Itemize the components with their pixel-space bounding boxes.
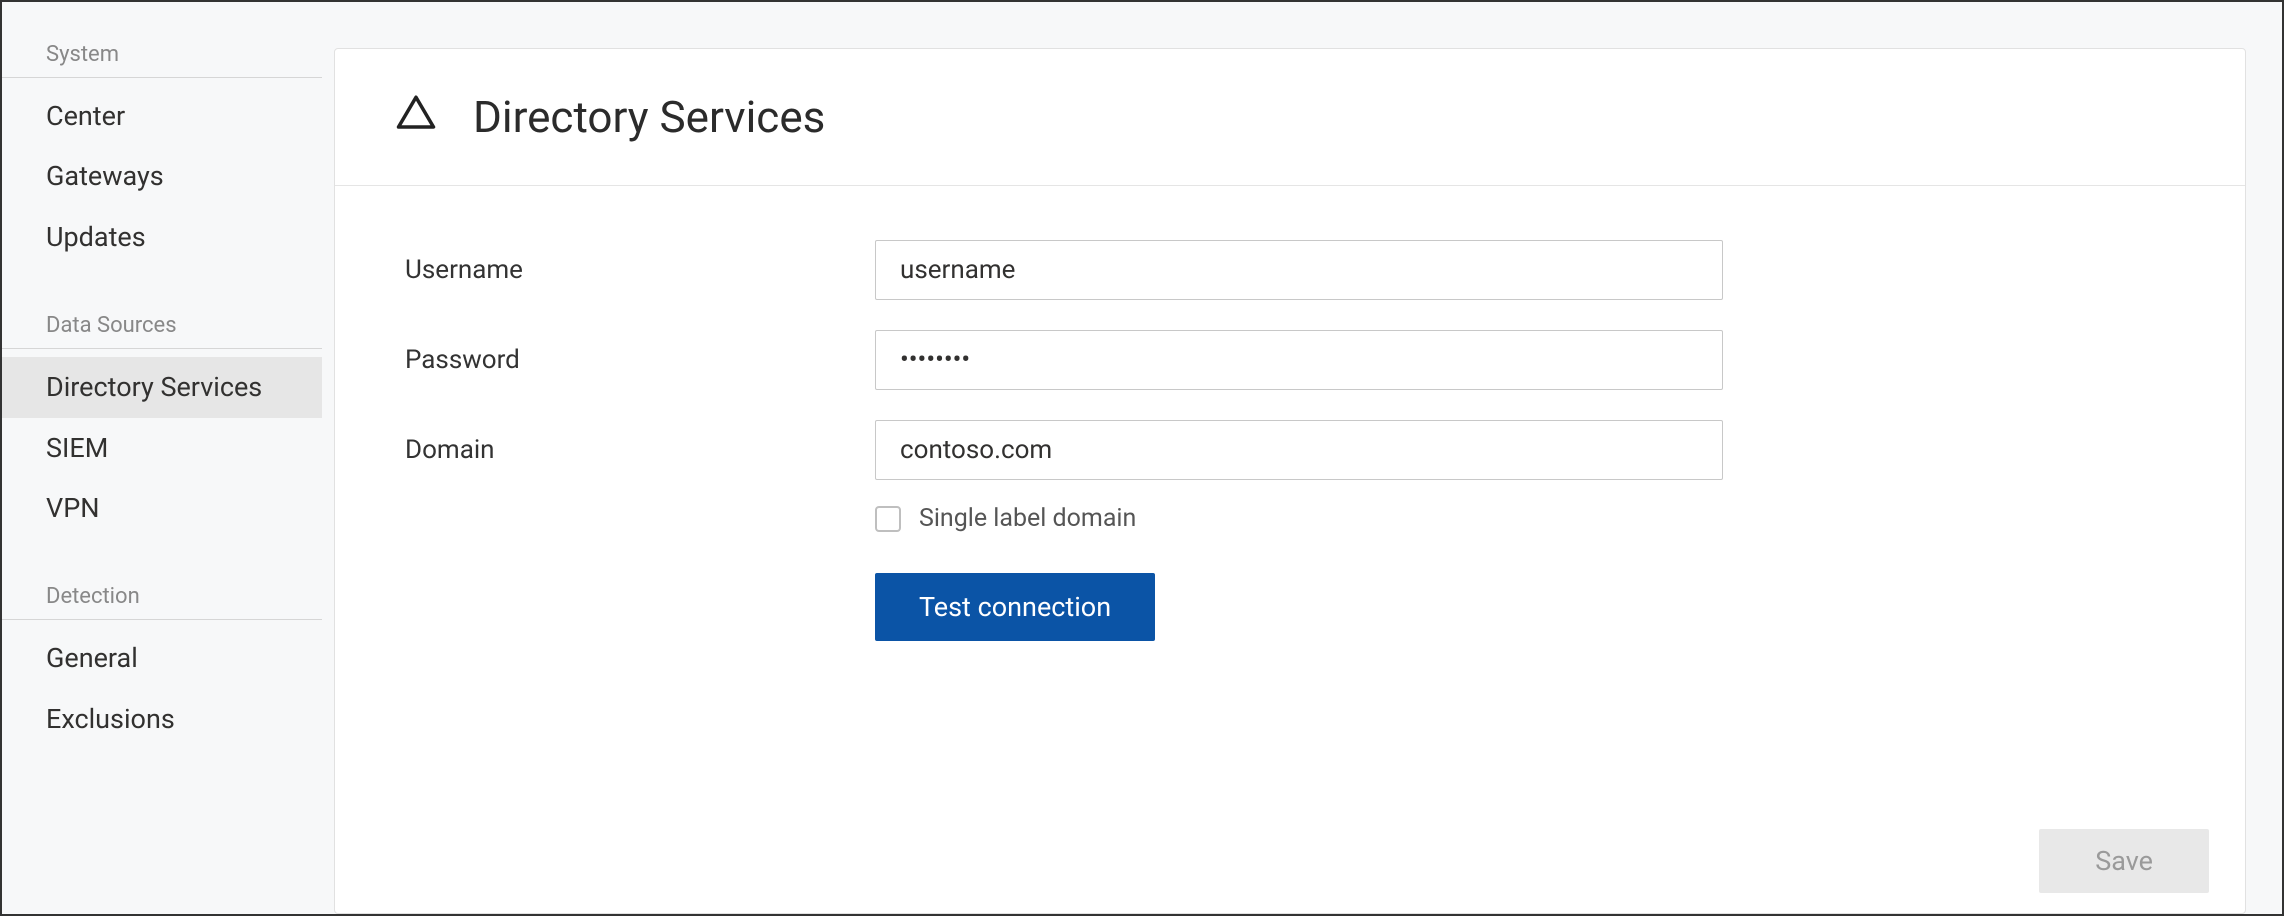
panel-header: Directory Services bbox=[335, 49, 2245, 186]
main-panel: Directory Services Username Password Dom… bbox=[334, 48, 2246, 914]
sidebar-item-general[interactable]: General bbox=[2, 628, 322, 688]
form-row-domain: Domain bbox=[405, 420, 2175, 480]
sidebar-group-system: System Center Gateways Updates bbox=[2, 32, 322, 267]
page-title: Directory Services bbox=[473, 91, 825, 143]
username-input[interactable] bbox=[875, 240, 1723, 300]
sidebar-group-data-sources: Data Sources Directory Services SIEM VPN bbox=[2, 303, 322, 538]
sidebar-item-gateways[interactable]: Gateways bbox=[2, 146, 322, 206]
domain-label: Domain bbox=[405, 435, 875, 465]
password-label: Password bbox=[405, 345, 875, 375]
form-row-username: Username bbox=[405, 240, 2175, 300]
domain-input[interactable] bbox=[875, 420, 1723, 480]
sidebar-group-detection: Detection General Exclusions bbox=[2, 574, 322, 749]
sidebar-item-directory-services[interactable]: Directory Services bbox=[2, 357, 322, 417]
single-label-domain-checkbox[interactable] bbox=[875, 506, 901, 532]
sidebar-item-exclusions[interactable]: Exclusions bbox=[2, 689, 322, 749]
sidebar-item-siem[interactable]: SIEM bbox=[2, 418, 322, 478]
form-row-password: Password bbox=[405, 330, 2175, 390]
panel-body: Username Password Domain Single label do… bbox=[335, 186, 2245, 913]
sidebar-item-vpn[interactable]: VPN bbox=[2, 478, 322, 538]
password-input[interactable] bbox=[875, 330, 1723, 390]
save-button[interactable]: Save bbox=[2039, 829, 2209, 893]
single-label-domain-row: Single label domain bbox=[875, 504, 2175, 533]
warning-triangle-icon bbox=[395, 92, 437, 142]
sidebar: System Center Gateways Updates Data Sour… bbox=[2, 2, 322, 914]
sidebar-group-header-data-sources: Data Sources bbox=[2, 303, 322, 349]
sidebar-item-updates[interactable]: Updates bbox=[2, 207, 322, 267]
username-label: Username bbox=[405, 255, 875, 285]
test-connection-row: Test connection bbox=[875, 573, 2175, 641]
sidebar-group-header-detection: Detection bbox=[2, 574, 322, 620]
sidebar-group-header-system: System bbox=[2, 32, 322, 78]
single-label-domain-label[interactable]: Single label domain bbox=[919, 504, 1136, 533]
sidebar-item-center[interactable]: Center bbox=[2, 86, 322, 146]
test-connection-button[interactable]: Test connection bbox=[875, 573, 1155, 641]
